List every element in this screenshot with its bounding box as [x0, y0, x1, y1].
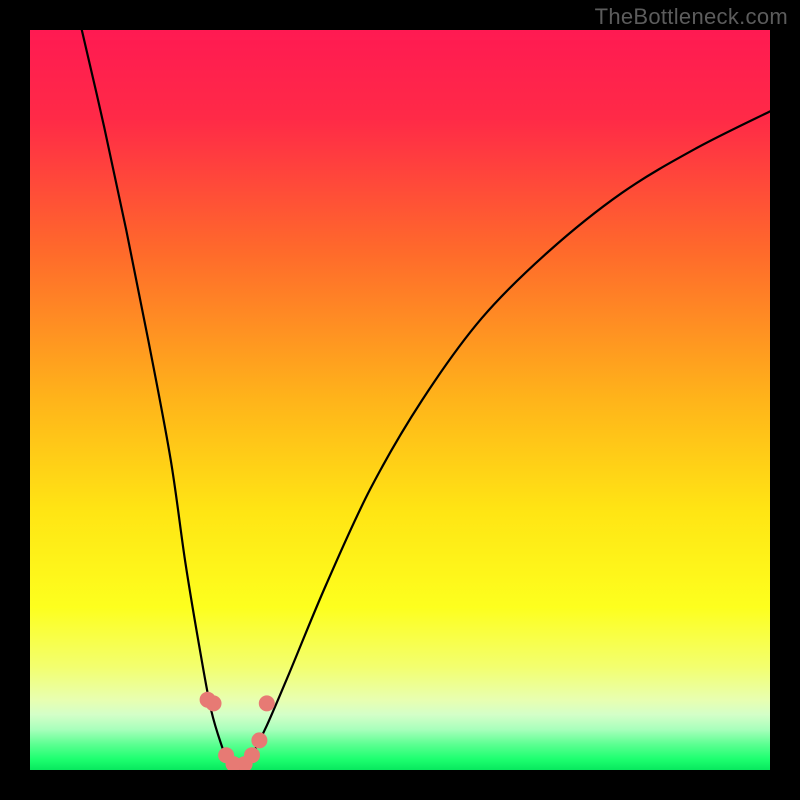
- bottleneck-curve: [30, 30, 770, 770]
- plot-area: [30, 30, 770, 770]
- data-marker: [244, 747, 260, 763]
- data-marker: [259, 695, 275, 711]
- watermark-text: TheBottleneck.com: [595, 4, 788, 30]
- data-marker: [206, 695, 222, 711]
- data-marker: [251, 732, 267, 748]
- chart-frame: TheBottleneck.com: [0, 0, 800, 800]
